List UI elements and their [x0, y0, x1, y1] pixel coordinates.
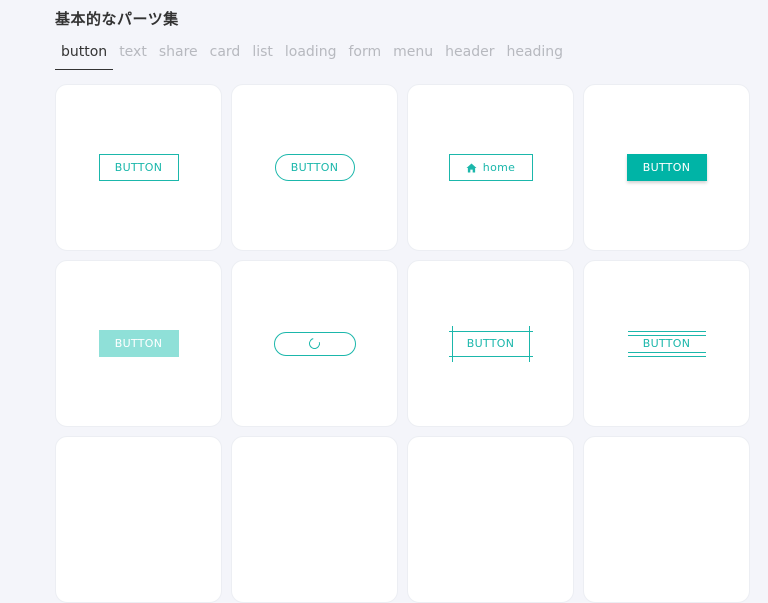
card-solid-button: BUTTON [583, 84, 750, 251]
card-home-button: home [407, 84, 574, 251]
crosshair-button-label: BUTTON [466, 337, 515, 350]
home-button-label: home [482, 161, 516, 174]
tab-button[interactable]: button [55, 44, 114, 70]
double-line-button[interactable]: BUTTON [627, 330, 706, 357]
tab-loading[interactable]: loading [279, 44, 343, 60]
button-gallery: BUTTON BUTTON home BUTTON BUTTON BUTTON [55, 84, 750, 603]
card-outline-button: BUTTON [55, 84, 222, 251]
tab-menu[interactable]: menu [387, 44, 439, 60]
tab-heading[interactable]: heading [500, 44, 569, 60]
cross-line-left [451, 325, 453, 362]
card-placeholder [583, 436, 750, 603]
cross-line-top [448, 330, 533, 332]
card-lines-button: BUTTON [583, 260, 750, 427]
tab-text[interactable]: text [113, 44, 153, 60]
outline-button[interactable]: BUTTON [98, 154, 179, 181]
card-placeholder [231, 436, 398, 603]
solid-button[interactable]: BUTTON [626, 154, 707, 181]
tab-form[interactable]: form [342, 44, 387, 60]
tab-header[interactable]: header [439, 44, 500, 60]
pill-button[interactable]: BUTTON [274, 154, 355, 181]
category-tabs: button text share card list loading form… [55, 44, 569, 70]
tab-card[interactable]: card [204, 44, 247, 60]
home-button[interactable]: home [448, 154, 533, 181]
cross-line-right [528, 325, 530, 362]
loading-button[interactable] [273, 331, 356, 356]
card-placeholder [55, 436, 222, 603]
card-pill-button: BUTTON [231, 84, 398, 251]
card-loading-button [231, 260, 398, 427]
soft-button[interactable]: BUTTON [98, 330, 179, 357]
spinner-icon [306, 335, 323, 352]
crosshair-button[interactable]: BUTTON [448, 325, 533, 362]
tab-share[interactable]: share [153, 44, 204, 60]
page-title: 基本的なパーツ集 [55, 10, 179, 28]
tab-list[interactable]: list [246, 44, 279, 60]
home-icon [466, 162, 477, 173]
card-placeholder [407, 436, 574, 603]
card-soft-button: BUTTON [55, 260, 222, 427]
cross-line-bottom [448, 355, 533, 357]
card-cross-button: BUTTON [407, 260, 574, 427]
